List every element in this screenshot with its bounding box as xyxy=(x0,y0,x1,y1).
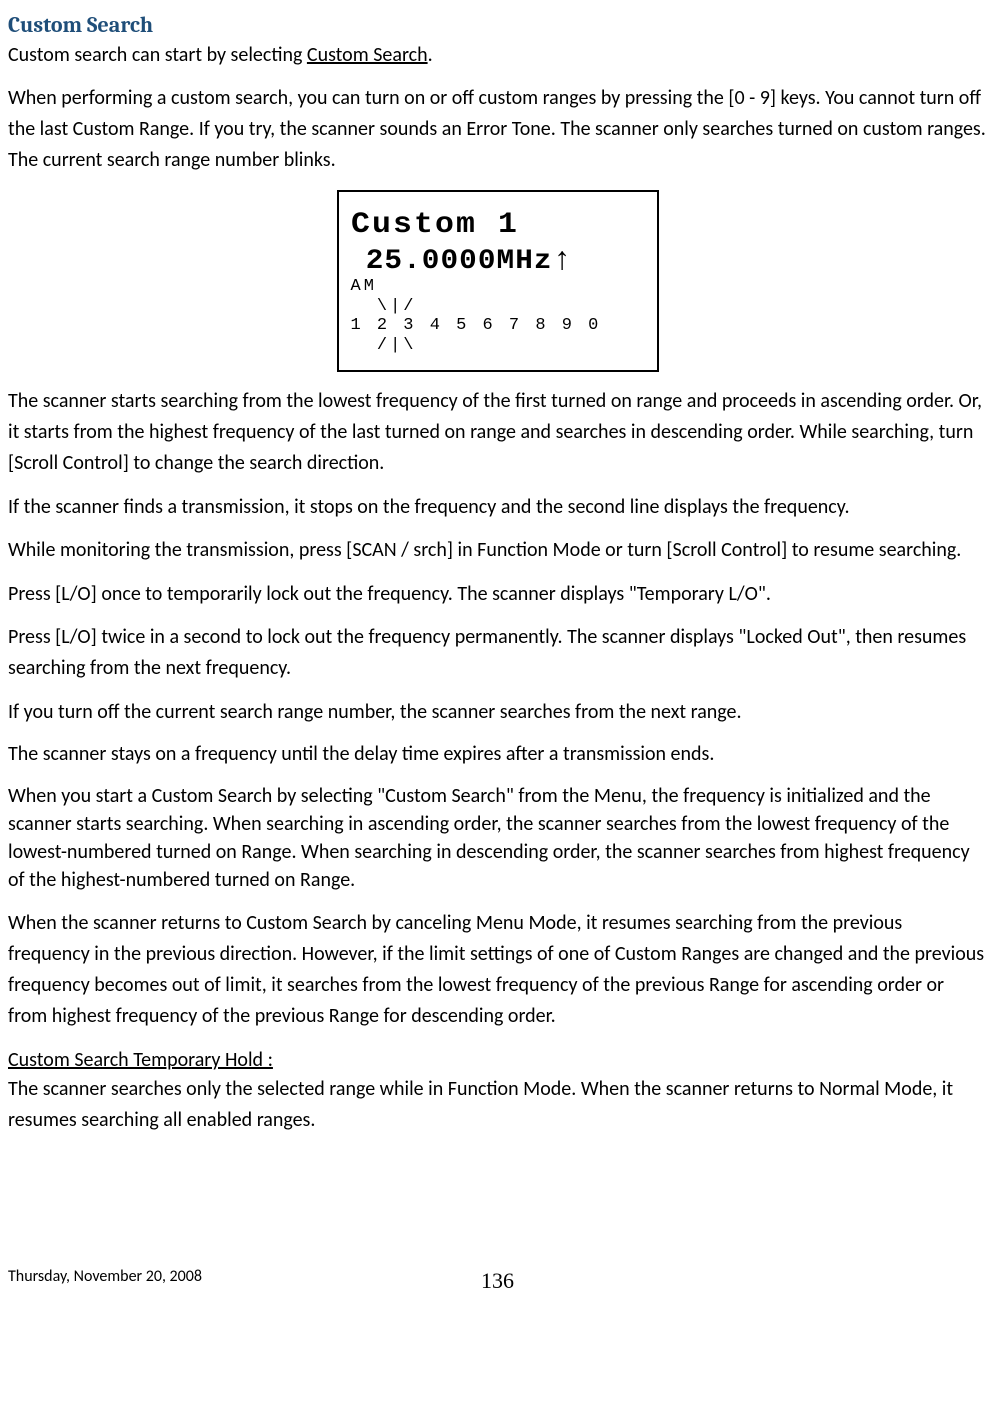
paragraph-4: While monitoring the transmission, press… xyxy=(8,535,987,566)
temp-hold-subheading: Custom Search Temporary Hold : xyxy=(8,1048,273,1072)
lcd-marker-bottom: /|\ xyxy=(351,336,651,356)
paragraph-6: Press [L/O] twice in a second to lock ou… xyxy=(8,622,987,684)
paragraph-7: If you turn off the current search range… xyxy=(8,698,987,726)
lcd-range-numbers: 1 2 3 4 5 6 7 8 9 0 xyxy=(351,316,651,336)
footer-date: Thursday, November 20, 2008 xyxy=(8,1266,202,1288)
intro-paragraph: Custom search can start by selecting Cus… xyxy=(8,41,987,69)
paragraph-3: If the scanner finds a transmission, it … xyxy=(8,493,987,521)
section-heading: Custom Search xyxy=(8,10,987,41)
custom-search-link: Custom Search xyxy=(307,43,428,67)
lcd-mode: AM xyxy=(351,277,651,297)
paragraph-8: The scanner stays on a frequency until t… xyxy=(8,740,987,768)
paragraph-9: When you start a Custom Search by select… xyxy=(8,782,987,894)
paragraph-10: When the scanner returns to Custom Searc… xyxy=(8,908,987,1032)
paragraph-2: The scanner starts searching from the lo… xyxy=(8,386,987,479)
lcd-title: Custom 1 xyxy=(351,210,659,242)
lcd-frequency: 25.0000MHz xyxy=(351,247,553,276)
intro-text-b: . xyxy=(428,43,433,67)
paragraph-5: Press [L/O] once to temporarily lock out… xyxy=(8,580,987,608)
lcd-marker-top: \|/ xyxy=(351,297,651,317)
paragraph-1: When performing a custom search, you can… xyxy=(8,83,987,176)
intro-text-a: Custom search can start by selecting xyxy=(8,43,307,67)
footer-page-number: 136 xyxy=(481,1266,514,1297)
lcd-display: Custom 1 25.0000MHz ↑ AM \|/ 1 2 3 4 5 6… xyxy=(337,190,659,372)
subheading-block: Custom Search Temporary Hold : The scann… xyxy=(8,1046,987,1136)
paragraph-11: The scanner searches only the selected r… xyxy=(8,1074,987,1136)
